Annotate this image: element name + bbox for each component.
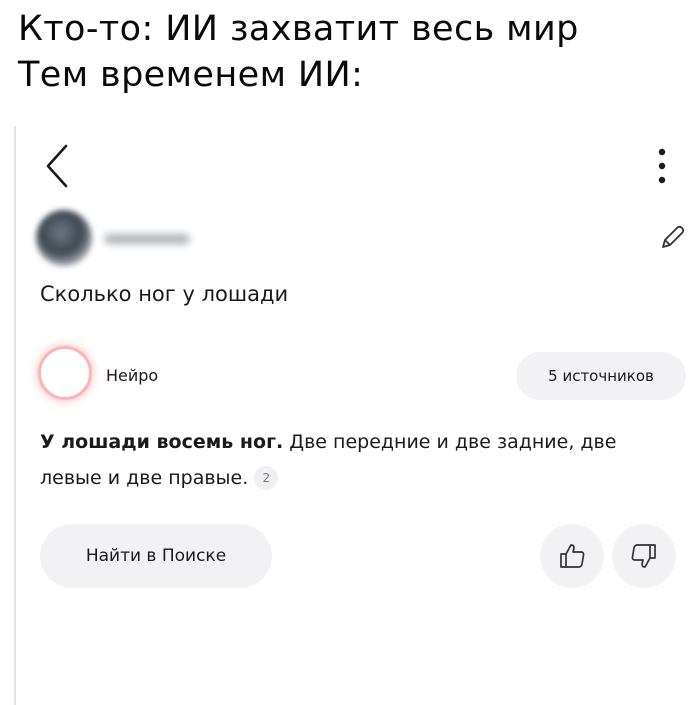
vertical-dots-icon xyxy=(658,148,666,184)
thumbs-down-icon xyxy=(631,544,656,568)
like-button[interactable] xyxy=(540,524,604,588)
source-reference-badge[interactable]: 2 xyxy=(254,466,279,490)
back-button[interactable] xyxy=(40,142,76,190)
user-row xyxy=(36,208,686,268)
meme-line-2: Тем временем ИИ: xyxy=(18,55,364,95)
answer-text: У лошади восемь ног. Две передние и две … xyxy=(40,424,680,496)
user-question: Сколько ног у лошади xyxy=(40,282,289,306)
avatar xyxy=(36,210,92,266)
pencil-icon xyxy=(662,225,685,248)
chevron-left-icon xyxy=(46,144,68,188)
user-name-redacted xyxy=(104,234,190,244)
edit-button[interactable] xyxy=(656,222,688,254)
meme-caption: Кто-то: ИИ захватит весь мир Тем времене… xyxy=(18,6,694,98)
assistant-name: Нейро xyxy=(106,366,159,385)
more-options-button[interactable] xyxy=(652,146,672,190)
find-in-search-button[interactable]: Найти в Поиске xyxy=(40,524,272,588)
sources-button[interactable]: 5 источников xyxy=(516,352,686,400)
thumbs-up-icon xyxy=(560,544,585,568)
answer-bold-statement: У лошади восемь ног. xyxy=(40,431,284,453)
phone-screen: Сколько ног у лошади Нейро 5 источников … xyxy=(14,126,700,705)
neiro-logo-icon xyxy=(38,346,92,400)
dislike-button[interactable] xyxy=(612,524,676,588)
meme-line-1: Кто-то: ИИ захватит весь мир xyxy=(18,9,579,49)
